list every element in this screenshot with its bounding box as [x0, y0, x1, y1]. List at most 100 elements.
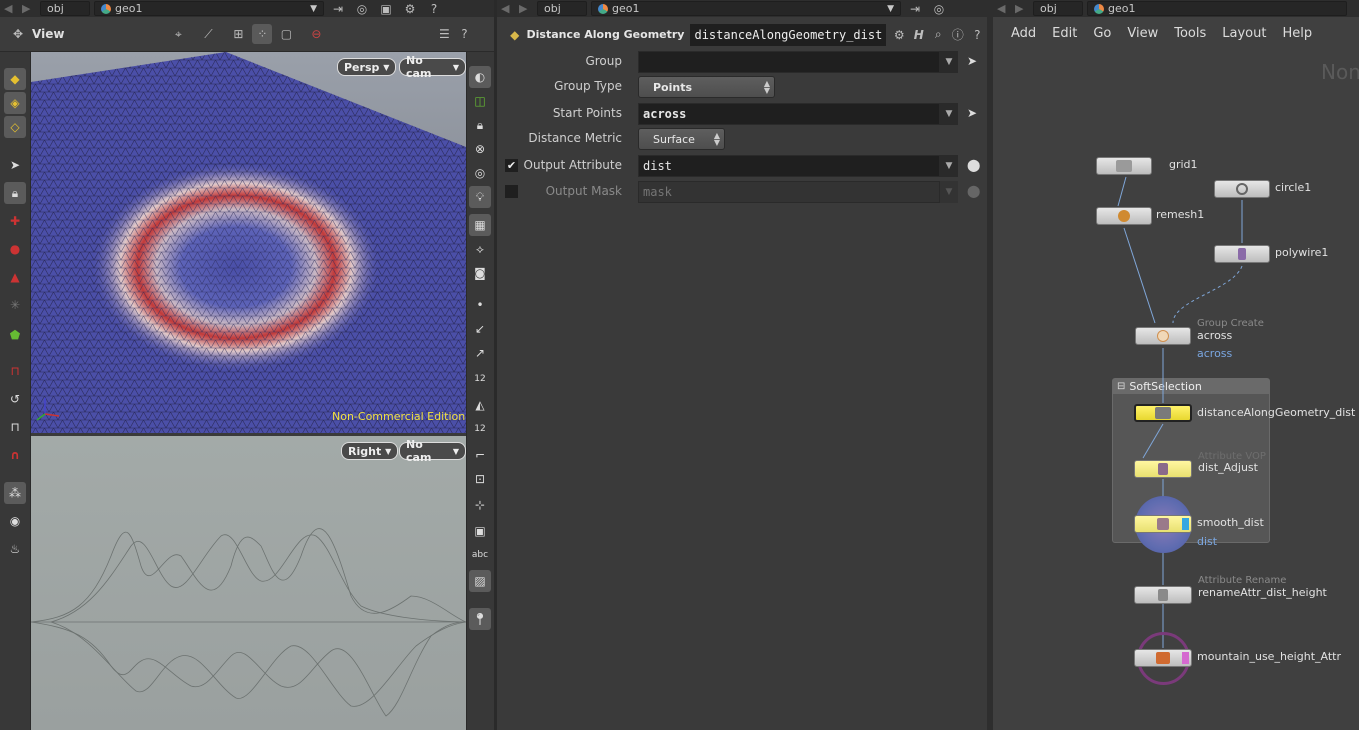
lasso-icon[interactable]: ↺ [4, 388, 26, 410]
snap-edge-icon[interactable]: ⟋ [198, 24, 218, 44]
lock-icon[interactable]: 🔒︎ [4, 182, 26, 204]
menu-view[interactable]: View [1119, 26, 1166, 41]
view-tool-icon[interactable]: ✥ [8, 24, 28, 44]
stop-icon[interactable]: ⊖ [306, 24, 326, 44]
display-options-icon[interactable]: ☰ [434, 24, 454, 44]
settings-icon[interactable]: ⚙ [400, 0, 420, 19]
render-flag-icon[interactable] [1182, 652, 1189, 664]
forward-arrow-icon[interactable]: ▶ [22, 2, 36, 15]
display-camera-icon[interactable]: ◙ [469, 262, 491, 284]
info-icon[interactable]: ⓘ [948, 25, 968, 45]
magnet-icon[interactable]: ⊓ [4, 360, 26, 382]
display-text-icon[interactable]: abc [469, 544, 491, 566]
brush-icon[interactable]: ◆ [4, 68, 26, 90]
display-hide-icon[interactable]: ⊗ [469, 138, 491, 160]
menu-layout[interactable]: Layout [1214, 26, 1274, 41]
edit-magnet-icon[interactable]: ⊓ [4, 416, 26, 438]
select-arrow-icon[interactable]: ➤ [967, 54, 977, 68]
path-crumb-obj[interactable]: obj [40, 1, 90, 16]
node-dist-adjust[interactable] [1134, 460, 1192, 478]
chevron-down-icon[interactable]: ▼ [940, 155, 958, 177]
node-polywire1[interactable] [1214, 245, 1270, 263]
gear-icon[interactable]: ⚙ [890, 25, 910, 45]
display-ghost-icon[interactable]: ⟡ [469, 238, 491, 260]
camera-select-menu[interactable]: No cam ▼ [399, 438, 466, 464]
capture-icon[interactable]: ▢ [276, 24, 296, 44]
display-normals-icon[interactable]: ↙ [469, 318, 491, 340]
display-hull-icon[interactable]: ◭ [469, 394, 491, 416]
display-prim-numbers-icon[interactable]: 12 [469, 418, 491, 440]
menu-tools[interactable]: Tools [1166, 26, 1214, 41]
pose-icon[interactable]: ⬟ [4, 324, 26, 346]
desktop-icon[interactable]: ▣ [376, 0, 396, 19]
display-lock-icon[interactable]: 🔒︎ [469, 114, 491, 136]
menu-add[interactable]: Add [1003, 26, 1044, 41]
rotate-icon[interactable]: ● [4, 238, 26, 260]
pin-icon[interactable]: ⇥ [328, 0, 348, 19]
help-icon[interactable]: ? [424, 0, 444, 19]
display-lamp-icon[interactable]: 💡︎ [469, 186, 491, 208]
viewport-right[interactable]: Right ▼ No cam ▼ [31, 436, 466, 730]
display-background-icon[interactable]: ▨ [469, 570, 491, 592]
help-icon[interactable]: ? [968, 25, 988, 45]
chevron-down-icon[interactable]: ▼ [940, 51, 958, 73]
display-uv-icon[interactable]: ⌐ [469, 444, 491, 466]
display-pin-icon[interactable]: 📍︎ [469, 608, 491, 630]
node-name-field[interactable]: distanceAlongGeometry_dist [690, 23, 886, 46]
camera-view-menu[interactable]: Persp ▼ [337, 58, 397, 76]
back-arrow-icon[interactable]: ◀ [997, 2, 1011, 15]
light-icon[interactable]: ♨ [4, 538, 26, 560]
handle-icon[interactable]: ✳ [4, 294, 26, 316]
hda-icon[interactable]: H [909, 25, 929, 45]
menu-go[interactable]: Go [1085, 26, 1119, 41]
node-rename-attr[interactable] [1134, 586, 1192, 604]
path-crumb-obj[interactable]: obj [1033, 1, 1083, 16]
menu-edit[interactable]: Edit [1044, 26, 1085, 41]
node-distance-along-geometry[interactable] [1134, 404, 1192, 422]
view-camera-icon[interactable]: ◉ [4, 510, 26, 532]
link-icon[interactable]: ◎ [929, 0, 949, 19]
display-shade-icon[interactable]: ◎ [469, 162, 491, 184]
snap-multi-icon[interactable]: ⁘ [252, 24, 273, 44]
output-attribute-checkbox[interactable]: ✔ [505, 159, 518, 172]
output-mask-checkbox[interactable] [505, 185, 518, 198]
viewport-perspective[interactable]: Persp ▼ No cam ▼ Non-Commercial Edition [31, 52, 466, 433]
output-attribute-field[interactable]: dist [638, 155, 940, 177]
node-smooth-dist[interactable] [1134, 515, 1192, 533]
menu-help[interactable]: Help [1274, 26, 1320, 41]
scale-icon[interactable]: ▲ [4, 266, 26, 288]
select-arrow-icon[interactable]: ➤ [967, 106, 977, 120]
fill-icon[interactable]: ◇ [4, 116, 26, 138]
display-lights-icon[interactable]: ◐ [469, 66, 491, 88]
paint-icon[interactable]: ◈ [4, 92, 26, 114]
locate-pin-icon[interactable]: ⬤ [967, 158, 980, 172]
display-points-icon[interactable]: • [469, 294, 491, 316]
node-circle1[interactable] [1214, 180, 1270, 198]
transform-icon[interactable]: ✚ [4, 210, 26, 232]
forward-arrow-icon[interactable]: ▶ [1015, 2, 1029, 15]
start-points-field[interactable]: across [638, 103, 940, 125]
node-across[interactable] [1135, 327, 1191, 345]
display-grid-icon[interactable]: ⊡ [469, 468, 491, 490]
display-texture-icon[interactable]: ▦ [469, 214, 491, 236]
node-mountain[interactable] [1134, 649, 1192, 667]
group-tool-icon[interactable]: ⁂ [4, 482, 26, 504]
display-flag-icon[interactable] [1182, 518, 1189, 530]
path-crumb-geo[interactable]: geo1 ▼ [591, 1, 901, 16]
group-type-menu[interactable]: Points ▲ ▼ [638, 76, 775, 98]
path-crumb-geo[interactable]: geo1 ▼ [94, 1, 324, 16]
forward-arrow-icon[interactable]: ▶ [519, 2, 533, 15]
node-remesh1[interactable] [1096, 207, 1152, 225]
search-icon[interactable]: ⌕ [929, 25, 949, 45]
collapse-icon[interactable]: ⊟ [1117, 381, 1125, 392]
node-grid1[interactable] [1096, 157, 1152, 175]
chevron-down-icon[interactable]: ▼ [940, 103, 958, 125]
snap-grid-icon[interactable]: ⊞ [228, 24, 248, 44]
back-arrow-icon[interactable]: ◀ [501, 2, 515, 15]
pin-icon[interactable]: ⇥ [905, 0, 925, 19]
display-geo-icon[interactable]: ◫ [469, 90, 491, 112]
output-mask-field[interactable] [638, 181, 940, 203]
camera-view-menu[interactable]: Right ▼ [341, 442, 399, 460]
path-crumb-geo[interactable]: geo1 [1087, 1, 1347, 16]
soft-select-icon[interactable]: ∩ [4, 444, 26, 466]
